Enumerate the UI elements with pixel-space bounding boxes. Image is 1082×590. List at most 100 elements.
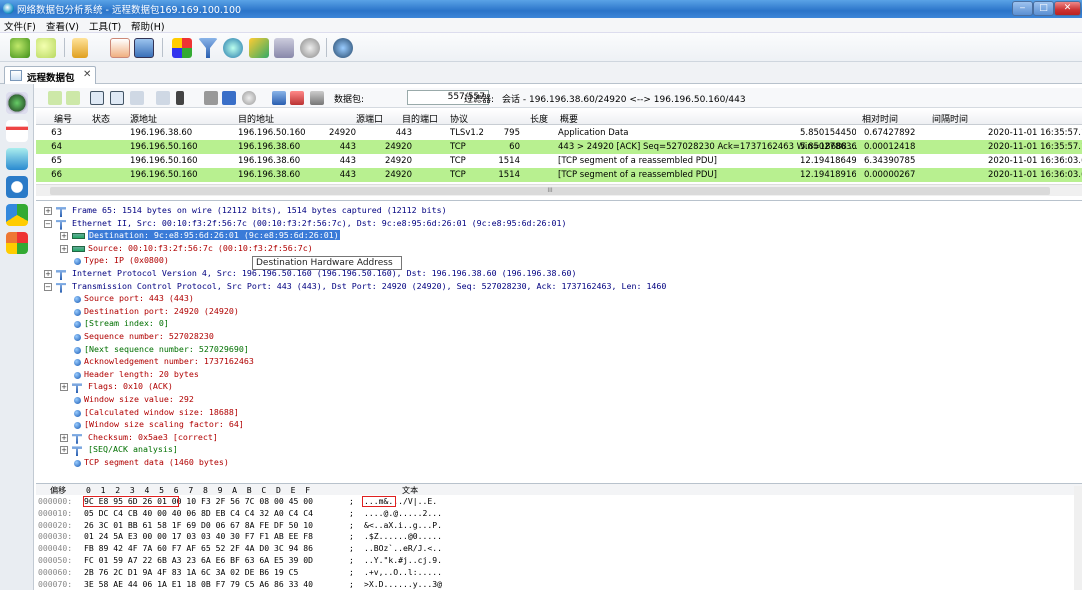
menu-help[interactable]: 帮助(H) [131,19,165,33]
table-row[interactable]: 65 196.196.50.160 196.196.38.60 443 24920 TCP… [36,154,1082,168]
hex-separator[interactable]: ; [349,496,354,506]
tree-node[interactable]: Header length: 20 bytes [84,369,199,379]
hex-ascii[interactable]: .$Z......@0..... [364,531,442,541]
tree-node[interactable]: Source: 00:10:f3:2f:56:7c (00:10:f3:2f:5… [88,243,313,253]
col-gap[interactable]: 间隔时间 [932,112,968,125]
hex-bytes[interactable]: 3E 58 AE 44 06 1A E1 18 0B F7 79 C5 A6 8… [84,579,313,589]
table-row[interactable]: 63 196.196.38.60 196.196.50.160 24920 443 TLS… [36,126,1082,140]
filter-text[interactable]: 会话 - 196.196.38.60/24920 <--> 196.196.50… [502,92,746,105]
menu-view[interactable]: 查看(V) [46,19,79,33]
export-icon[interactable] [156,91,170,105]
hex-ascii[interactable]: ..BOz`..eR/J.<.. [364,543,442,553]
tree-node[interactable]: Frame 65: 1514 bytes on wire (12112 bits… [72,205,447,215]
hex-bytes[interactable]: FB 89 42 4F 7A 60 F7 AF 65 52 2F 4A D0 3… [84,543,313,553]
tree-node[interactable]: Window size value: 292 [84,394,194,404]
expand-icon[interactable]: + [60,433,68,442]
network-icon[interactable] [6,92,28,114]
col-rel[interactable]: 相对时间 [862,112,898,125]
maximize-button[interactable]: □ [1033,1,1054,16]
filter-edit-icon[interactable] [310,91,324,105]
decimal-view-icon[interactable] [90,91,104,105]
col-len[interactable]: 长度 [530,112,548,125]
search-icon[interactable] [223,38,243,58]
hex-separator[interactable]: ; [349,520,354,530]
tree-node[interactable]: [Calculated window size: 18688] [84,407,239,417]
hex-bytes[interactable]: 26 3C 01 BB 61 58 1F 69 D0 06 67 8A FE D… [84,520,313,530]
hex-offset[interactable]: 000020: [38,520,72,530]
hex-offset[interactable]: 000070: [38,579,72,589]
horizontal-scrollbar[interactable]: III [36,184,1082,196]
hex-separator[interactable]: ; [349,543,354,553]
hex-offset[interactable]: 000030: [38,531,72,541]
hex-offset[interactable]: 000040: [38,543,72,553]
marker-icon[interactable] [176,91,184,105]
table-row[interactable]: 64 196.196.50.160 196.196.38.60 443 24920 TCP… [36,140,1082,154]
expand-icon[interactable]: + [60,383,68,392]
connections-icon[interactable] [6,204,28,226]
tree-node[interactable]: Sequence number: 527028230 [84,331,214,341]
expand-icon[interactable]: + [60,446,68,455]
filter-toolbar-icon[interactable] [272,91,286,105]
menu-file[interactable]: 文件(F) [4,19,36,33]
scroll-thumb[interactable]: III [50,187,1050,195]
help-icon[interactable] [333,38,353,58]
open-folder-icon[interactable] [72,38,88,58]
hex-separator[interactable]: ; [349,579,354,589]
monitor-icon[interactable] [6,148,28,170]
hex-bytes[interactable]: 05 DC C4 CB 40 00 40 06 8D EB C4 C4 32 A… [84,508,313,518]
columns-icon[interactable] [130,91,144,105]
tree-node[interactable]: Ethernet II, Src: 00:10:f3:2f:56:7c (00:… [72,218,567,228]
tree-node[interactable]: TCP segment data (1460 bytes) [84,457,229,467]
statistics-icon[interactable] [274,38,294,58]
find-icon[interactable] [204,91,218,105]
close-window-button[interactable]: ✕ [1054,1,1081,16]
tree-node[interactable]: Destination: 9c:e8:95:6d:26:01 (9c:e8:95… [88,230,340,241]
col-dst[interactable]: 目的地址 [238,112,274,125]
hex-offset[interactable]: 000050: [38,555,72,565]
back-arrow-icon[interactable] [10,38,30,58]
tab-remote-packets[interactable]: 远程数据包 ✕ [4,66,96,84]
search-sidebar-icon[interactable] [6,176,28,198]
expand-icon[interactable]: + [60,232,68,241]
forward-arrow-icon[interactable] [36,38,56,58]
col-sport[interactable]: 源端口 [356,112,383,125]
col-status[interactable]: 状态 [92,112,110,125]
table-icon[interactable] [222,91,236,105]
capture-sidebar-icon[interactable] [6,232,28,254]
packet-list-icon[interactable] [6,120,28,142]
gear-icon[interactable] [300,38,320,58]
tree-node[interactable]: Checksum: 0x5ae3 [correct] [88,432,218,442]
collapse-icon[interactable]: − [44,219,52,228]
tab-close-icon[interactable]: ✕ [83,69,91,80]
hex-separator[interactable]: ; [349,531,354,541]
hex-bytes[interactable]: 2B 76 2C D1 9A 4F 83 1A 6C 3A 02 DE B6 1… [84,567,298,577]
expand-icon[interactable]: + [44,207,52,215]
col-dport[interactable]: 目的端口 [402,112,438,125]
capture-icon[interactable] [172,38,192,58]
col-no[interactable]: 编号 [54,112,72,125]
hex-offset[interactable]: 000060: [38,567,72,577]
next-arrow-icon[interactable] [66,91,80,105]
hex-view-icon[interactable] [110,91,124,105]
filter-icon[interactable] [198,38,218,58]
tree-node[interactable]: [Stream index: 0] [84,318,169,328]
tree-node[interactable]: [SEQ/ACK analysis] [88,444,178,454]
hex-separator[interactable]: ; [349,567,354,577]
users-icon[interactable] [249,38,269,58]
tree-node[interactable]: Acknowledgement number: 1737162463 [84,356,254,366]
hex-ascii[interactable]: >X.D......y...3@ [364,579,442,589]
hex-ascii[interactable]: .+v,..O..l:..... [364,567,442,577]
hex-ascii[interactable]: &<..aX.i..g...P. [364,520,442,530]
filter-clear-icon[interactable] [290,91,304,105]
col-summary[interactable]: 概要 [560,112,578,125]
tree-node[interactable]: Transmission Control Protocol, Src Port:… [72,281,666,291]
settings-icon[interactable] [242,91,256,105]
menu-tools[interactable]: 工具(T) [89,19,121,33]
table-row[interactable]: 66 196.196.50.160 196.196.38.60 443 24920 TCP… [36,168,1082,182]
tree-node[interactable]: Type: IP (0x0800) [84,255,169,265]
expand-icon[interactable]: + [44,270,52,278]
hex-bytes[interactable]: 01 24 5A E3 00 00 17 03 03 40 30 F7 F1 A… [84,531,313,541]
hex-separator[interactable]: ; [349,508,354,518]
hex-offset[interactable]: 000010: [38,508,72,518]
expand-icon[interactable]: + [60,244,68,253]
